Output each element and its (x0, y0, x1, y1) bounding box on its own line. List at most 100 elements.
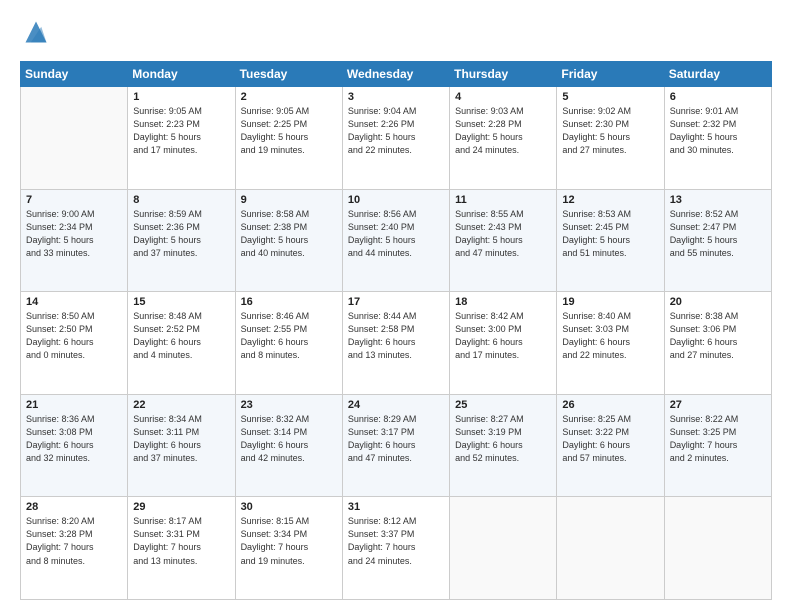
calendar-cell: 12Sunrise: 8:53 AM Sunset: 2:45 PM Dayli… (557, 189, 664, 292)
calendar-cell: 19Sunrise: 8:40 AM Sunset: 3:03 PM Dayli… (557, 292, 664, 395)
logo (20, 18, 52, 51)
calendar-cell: 14Sunrise: 8:50 AM Sunset: 2:50 PM Dayli… (21, 292, 128, 395)
weekday-header-wednesday: Wednesday (342, 62, 449, 87)
day-number: 24 (348, 399, 444, 411)
day-info: Sunrise: 8:25 AM Sunset: 3:22 PM Dayligh… (562, 413, 658, 465)
calendar-cell: 5Sunrise: 9:02 AM Sunset: 2:30 PM Daylig… (557, 87, 664, 190)
calendar-cell: 3 Sunrise: 9:04 AM Sunset: 2:26 PM Daylig… (342, 87, 449, 190)
calendar-cell: 24 Sunrise: 8:29 AM Sunset: 3:17 PM Dayli… (342, 394, 449, 497)
day-info: Sunrise: 9:00 AM Sunset: 2:34 PM Dayligh… (26, 208, 122, 260)
day-info: Sunrise: 8:29 AM Sunset: 3:17 PM Dayligh… (348, 413, 444, 465)
calendar-cell: 10 Sunrise: 8:56 AM Sunset: 2:40 PM Dayli… (342, 189, 449, 292)
day-info: Sunrise: 8:55 AM Sunset: 2:43 PM Dayligh… (455, 208, 551, 260)
day-number: 20 (670, 296, 766, 308)
day-number: 25 (455, 399, 551, 411)
day-number: 9 (241, 194, 337, 206)
day-number: 1 (133, 91, 229, 103)
day-info: Sunrise: 9:04 AM Sunset: 2:26 PM Dayligh… (348, 105, 444, 157)
calendar-cell: 28 Sunrise: 8:20 AM Sunset: 3:28 PM Dayli… (21, 497, 128, 600)
calendar-cell: 18Sunrise: 8:42 AM Sunset: 3:00 PM Dayli… (450, 292, 557, 395)
calendar-cell: 2 Sunrise: 9:05 AM Sunset: 2:25 PM Daylig… (235, 87, 342, 190)
day-info: Sunrise: 9:05 AM Sunset: 2:25 PM Dayligh… (241, 105, 337, 157)
page: SundayMondayTuesdayWednesdayThursdayFrid… (0, 0, 792, 612)
day-number: 28 (26, 501, 122, 513)
calendar-cell: 27 Sunrise: 8:22 AM Sunset: 3:25 PM Dayli… (664, 394, 771, 497)
day-number: 17 (348, 296, 444, 308)
day-info: Sunrise: 8:58 AM Sunset: 2:38 PM Dayligh… (241, 208, 337, 260)
header (20, 18, 772, 51)
day-info: Sunrise: 8:36 AM Sunset: 3:08 PM Dayligh… (26, 413, 122, 465)
day-info: Sunrise: 8:32 AM Sunset: 3:14 PM Dayligh… (241, 413, 337, 465)
day-number: 31 (348, 501, 444, 513)
day-info: Sunrise: 8:38 AM Sunset: 3:06 PM Dayligh… (670, 310, 766, 362)
calendar-cell: 13 Sunrise: 8:52 AM Sunset: 2:47 PM Dayli… (664, 189, 771, 292)
day-info: Sunrise: 8:48 AM Sunset: 2:52 PM Dayligh… (133, 310, 229, 362)
calendar-cell (450, 497, 557, 600)
calendar-cell: 23 Sunrise: 8:32 AM Sunset: 3:14 PM Dayli… (235, 394, 342, 497)
weekday-header-friday: Friday (557, 62, 664, 87)
day-number: 29 (133, 501, 229, 513)
day-number: 13 (670, 194, 766, 206)
day-info: Sunrise: 9:05 AM Sunset: 2:23 PM Dayligh… (133, 105, 229, 157)
day-number: 22 (133, 399, 229, 411)
day-info: Sunrise: 8:56 AM Sunset: 2:40 PM Dayligh… (348, 208, 444, 260)
day-number: 10 (348, 194, 444, 206)
calendar-cell: 22 Sunrise: 8:34 AM Sunset: 3:11 PM Dayli… (128, 394, 235, 497)
calendar-cell: 29 Sunrise: 8:17 AM Sunset: 3:31 PM Dayli… (128, 497, 235, 600)
week-row-1: 1 Sunrise: 9:05 AM Sunset: 2:23 PM Daylig… (21, 87, 772, 190)
day-number: 30 (241, 501, 337, 513)
day-info: Sunrise: 8:27 AM Sunset: 3:19 PM Dayligh… (455, 413, 551, 465)
day-number: 27 (670, 399, 766, 411)
logo-icon (22, 18, 50, 46)
calendar-cell (664, 497, 771, 600)
day-info: Sunrise: 8:42 AM Sunset: 3:00 PM Dayligh… (455, 310, 551, 362)
day-info: Sunrise: 8:46 AM Sunset: 2:55 PM Dayligh… (241, 310, 337, 362)
weekday-header-monday: Monday (128, 62, 235, 87)
calendar-table: SundayMondayTuesdayWednesdayThursdayFrid… (20, 61, 772, 600)
day-number: 19 (562, 296, 658, 308)
day-number: 26 (562, 399, 658, 411)
weekday-header-row: SundayMondayTuesdayWednesdayThursdayFrid… (21, 62, 772, 87)
day-number: 21 (26, 399, 122, 411)
day-info: Sunrise: 9:02 AM Sunset: 2:30 PM Dayligh… (562, 105, 658, 157)
day-info: Sunrise: 8:20 AM Sunset: 3:28 PM Dayligh… (26, 515, 122, 567)
day-number: 23 (241, 399, 337, 411)
calendar-cell: 4 Sunrise: 9:03 AM Sunset: 2:28 PM Daylig… (450, 87, 557, 190)
calendar-body: 1 Sunrise: 9:05 AM Sunset: 2:23 PM Daylig… (21, 87, 772, 600)
calendar-cell: 26 Sunrise: 8:25 AM Sunset: 3:22 PM Dayli… (557, 394, 664, 497)
day-info: Sunrise: 8:52 AM Sunset: 2:47 PM Dayligh… (670, 208, 766, 260)
weekday-header-sunday: Sunday (21, 62, 128, 87)
day-number: 15 (133, 296, 229, 308)
week-row-2: 7Sunrise: 9:00 AM Sunset: 2:34 PM Daylig… (21, 189, 772, 292)
day-info: Sunrise: 8:12 AM Sunset: 3:37 PM Dayligh… (348, 515, 444, 567)
day-info: Sunrise: 8:59 AM Sunset: 2:36 PM Dayligh… (133, 208, 229, 260)
week-row-3: 14Sunrise: 8:50 AM Sunset: 2:50 PM Dayli… (21, 292, 772, 395)
day-number: 4 (455, 91, 551, 103)
day-info: Sunrise: 8:53 AM Sunset: 2:45 PM Dayligh… (562, 208, 658, 260)
calendar-cell: 20 Sunrise: 8:38 AM Sunset: 3:06 PM Dayli… (664, 292, 771, 395)
day-number: 14 (26, 296, 122, 308)
day-info: Sunrise: 8:22 AM Sunset: 3:25 PM Dayligh… (670, 413, 766, 465)
day-number: 8 (133, 194, 229, 206)
day-number: 11 (455, 194, 551, 206)
day-info: Sunrise: 8:44 AM Sunset: 2:58 PM Dayligh… (348, 310, 444, 362)
day-info: Sunrise: 8:15 AM Sunset: 3:34 PM Dayligh… (241, 515, 337, 567)
day-number: 2 (241, 91, 337, 103)
calendar-cell: 1 Sunrise: 9:05 AM Sunset: 2:23 PM Daylig… (128, 87, 235, 190)
day-number: 3 (348, 91, 444, 103)
calendar-cell (21, 87, 128, 190)
calendar-cell: 30 Sunrise: 8:15 AM Sunset: 3:34 PM Dayli… (235, 497, 342, 600)
calendar-cell: 25 Sunrise: 8:27 AM Sunset: 3:19 PM Dayli… (450, 394, 557, 497)
day-info: Sunrise: 9:03 AM Sunset: 2:28 PM Dayligh… (455, 105, 551, 157)
week-row-5: 28 Sunrise: 8:20 AM Sunset: 3:28 PM Dayli… (21, 497, 772, 600)
week-row-4: 21 Sunrise: 8:36 AM Sunset: 3:08 PM Dayli… (21, 394, 772, 497)
weekday-header-saturday: Saturday (664, 62, 771, 87)
calendar-cell: 17 Sunrise: 8:44 AM Sunset: 2:58 PM Dayli… (342, 292, 449, 395)
calendar-cell: 11 Sunrise: 8:55 AM Sunset: 2:43 PM Dayli… (450, 189, 557, 292)
calendar-cell: 21 Sunrise: 8:36 AM Sunset: 3:08 PM Dayli… (21, 394, 128, 497)
calendar-cell: 6Sunrise: 9:01 AM Sunset: 2:32 PM Daylig… (664, 87, 771, 190)
calendar-cell: 9 Sunrise: 8:58 AM Sunset: 2:38 PM Daylig… (235, 189, 342, 292)
day-info: Sunrise: 8:34 AM Sunset: 3:11 PM Dayligh… (133, 413, 229, 465)
weekday-header-thursday: Thursday (450, 62, 557, 87)
day-info: Sunrise: 8:17 AM Sunset: 3:31 PM Dayligh… (133, 515, 229, 567)
